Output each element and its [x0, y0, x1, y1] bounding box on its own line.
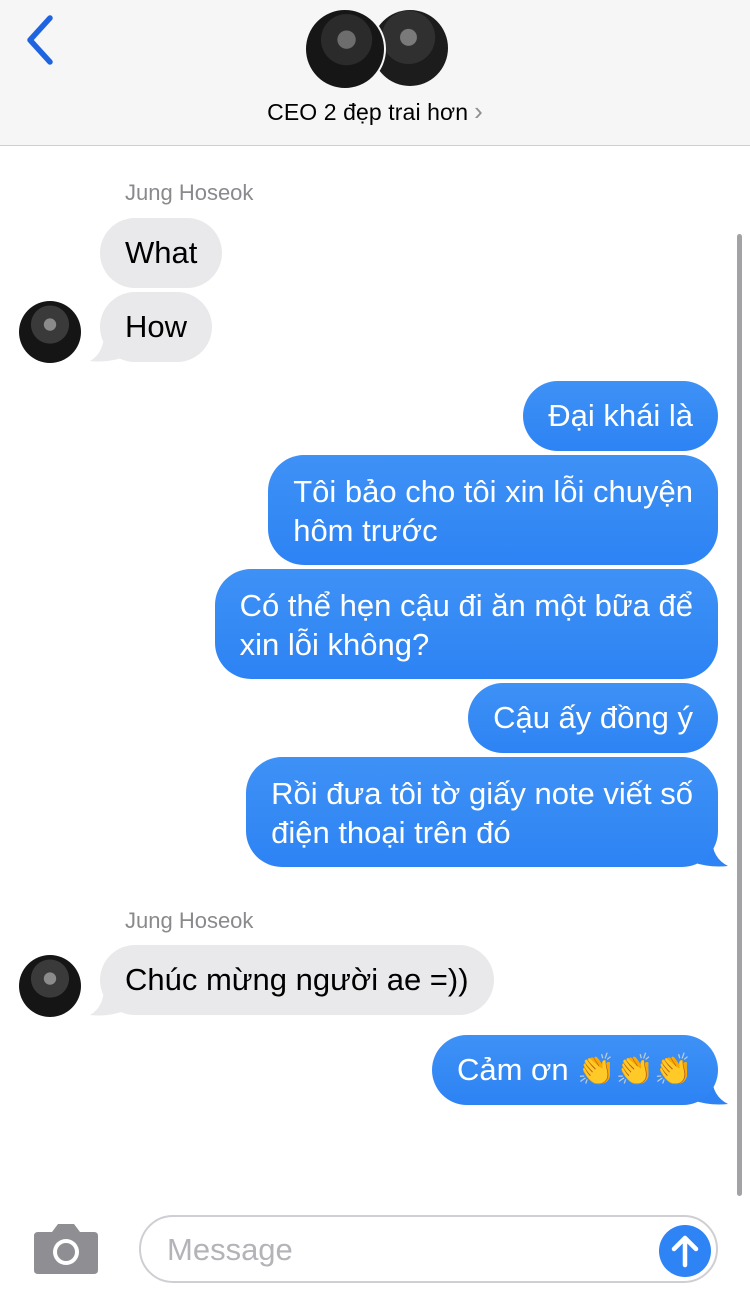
conversation-title-text: CEO 2 đẹp trai hơn	[267, 99, 469, 125]
incoming-message[interactable]: How	[100, 292, 213, 362]
message-field[interactable]	[139, 1215, 718, 1283]
outgoing-message[interactable]: Cậu ấy đồng ý	[468, 683, 718, 753]
group-avatars[interactable]	[304, 8, 448, 90]
back-button[interactable]	[16, 14, 62, 66]
avatar[interactable]	[19, 955, 81, 1017]
avatar[interactable]	[19, 301, 81, 363]
conversation-header: CEO 2 đẹp trai hơn ›	[0, 0, 750, 146]
send-button[interactable]	[659, 1225, 711, 1277]
group-avatar-1	[304, 8, 386, 90]
scrollbar[interactable]	[737, 234, 742, 1196]
sender-name: Jung Hoseok	[125, 180, 254, 205]
conversation-title[interactable]: CEO 2 đẹp trai hơn ›	[0, 96, 750, 127]
incoming-message[interactable]: What	[100, 218, 223, 288]
sender-name: Jung Hoseok	[125, 908, 254, 933]
chevron-right-icon: ›	[474, 96, 483, 126]
camera-button[interactable]	[32, 1220, 100, 1276]
camera-icon	[34, 1224, 98, 1274]
outgoing-message[interactable]: Tôi bảo cho tôi xin lỗi chuyện hôm trước	[268, 455, 718, 565]
message-input[interactable]	[167, 1227, 627, 1273]
chevron-left-icon	[27, 15, 53, 65]
incoming-message[interactable]: Chúc mừng người ae =))	[100, 945, 494, 1015]
outgoing-message[interactable]: Đại khái là	[523, 381, 718, 451]
outgoing-message[interactable]: Cảm ơn 👏👏👏	[431, 1035, 718, 1105]
arrow-up-icon	[671, 1235, 699, 1268]
outgoing-message[interactable]: Có thể hẹn cậu đi ăn một bữa để xin lỗi …	[214, 569, 718, 679]
outgoing-message[interactable]: Rồi đưa tôi tờ giấy note viết số điện th…	[246, 757, 718, 867]
